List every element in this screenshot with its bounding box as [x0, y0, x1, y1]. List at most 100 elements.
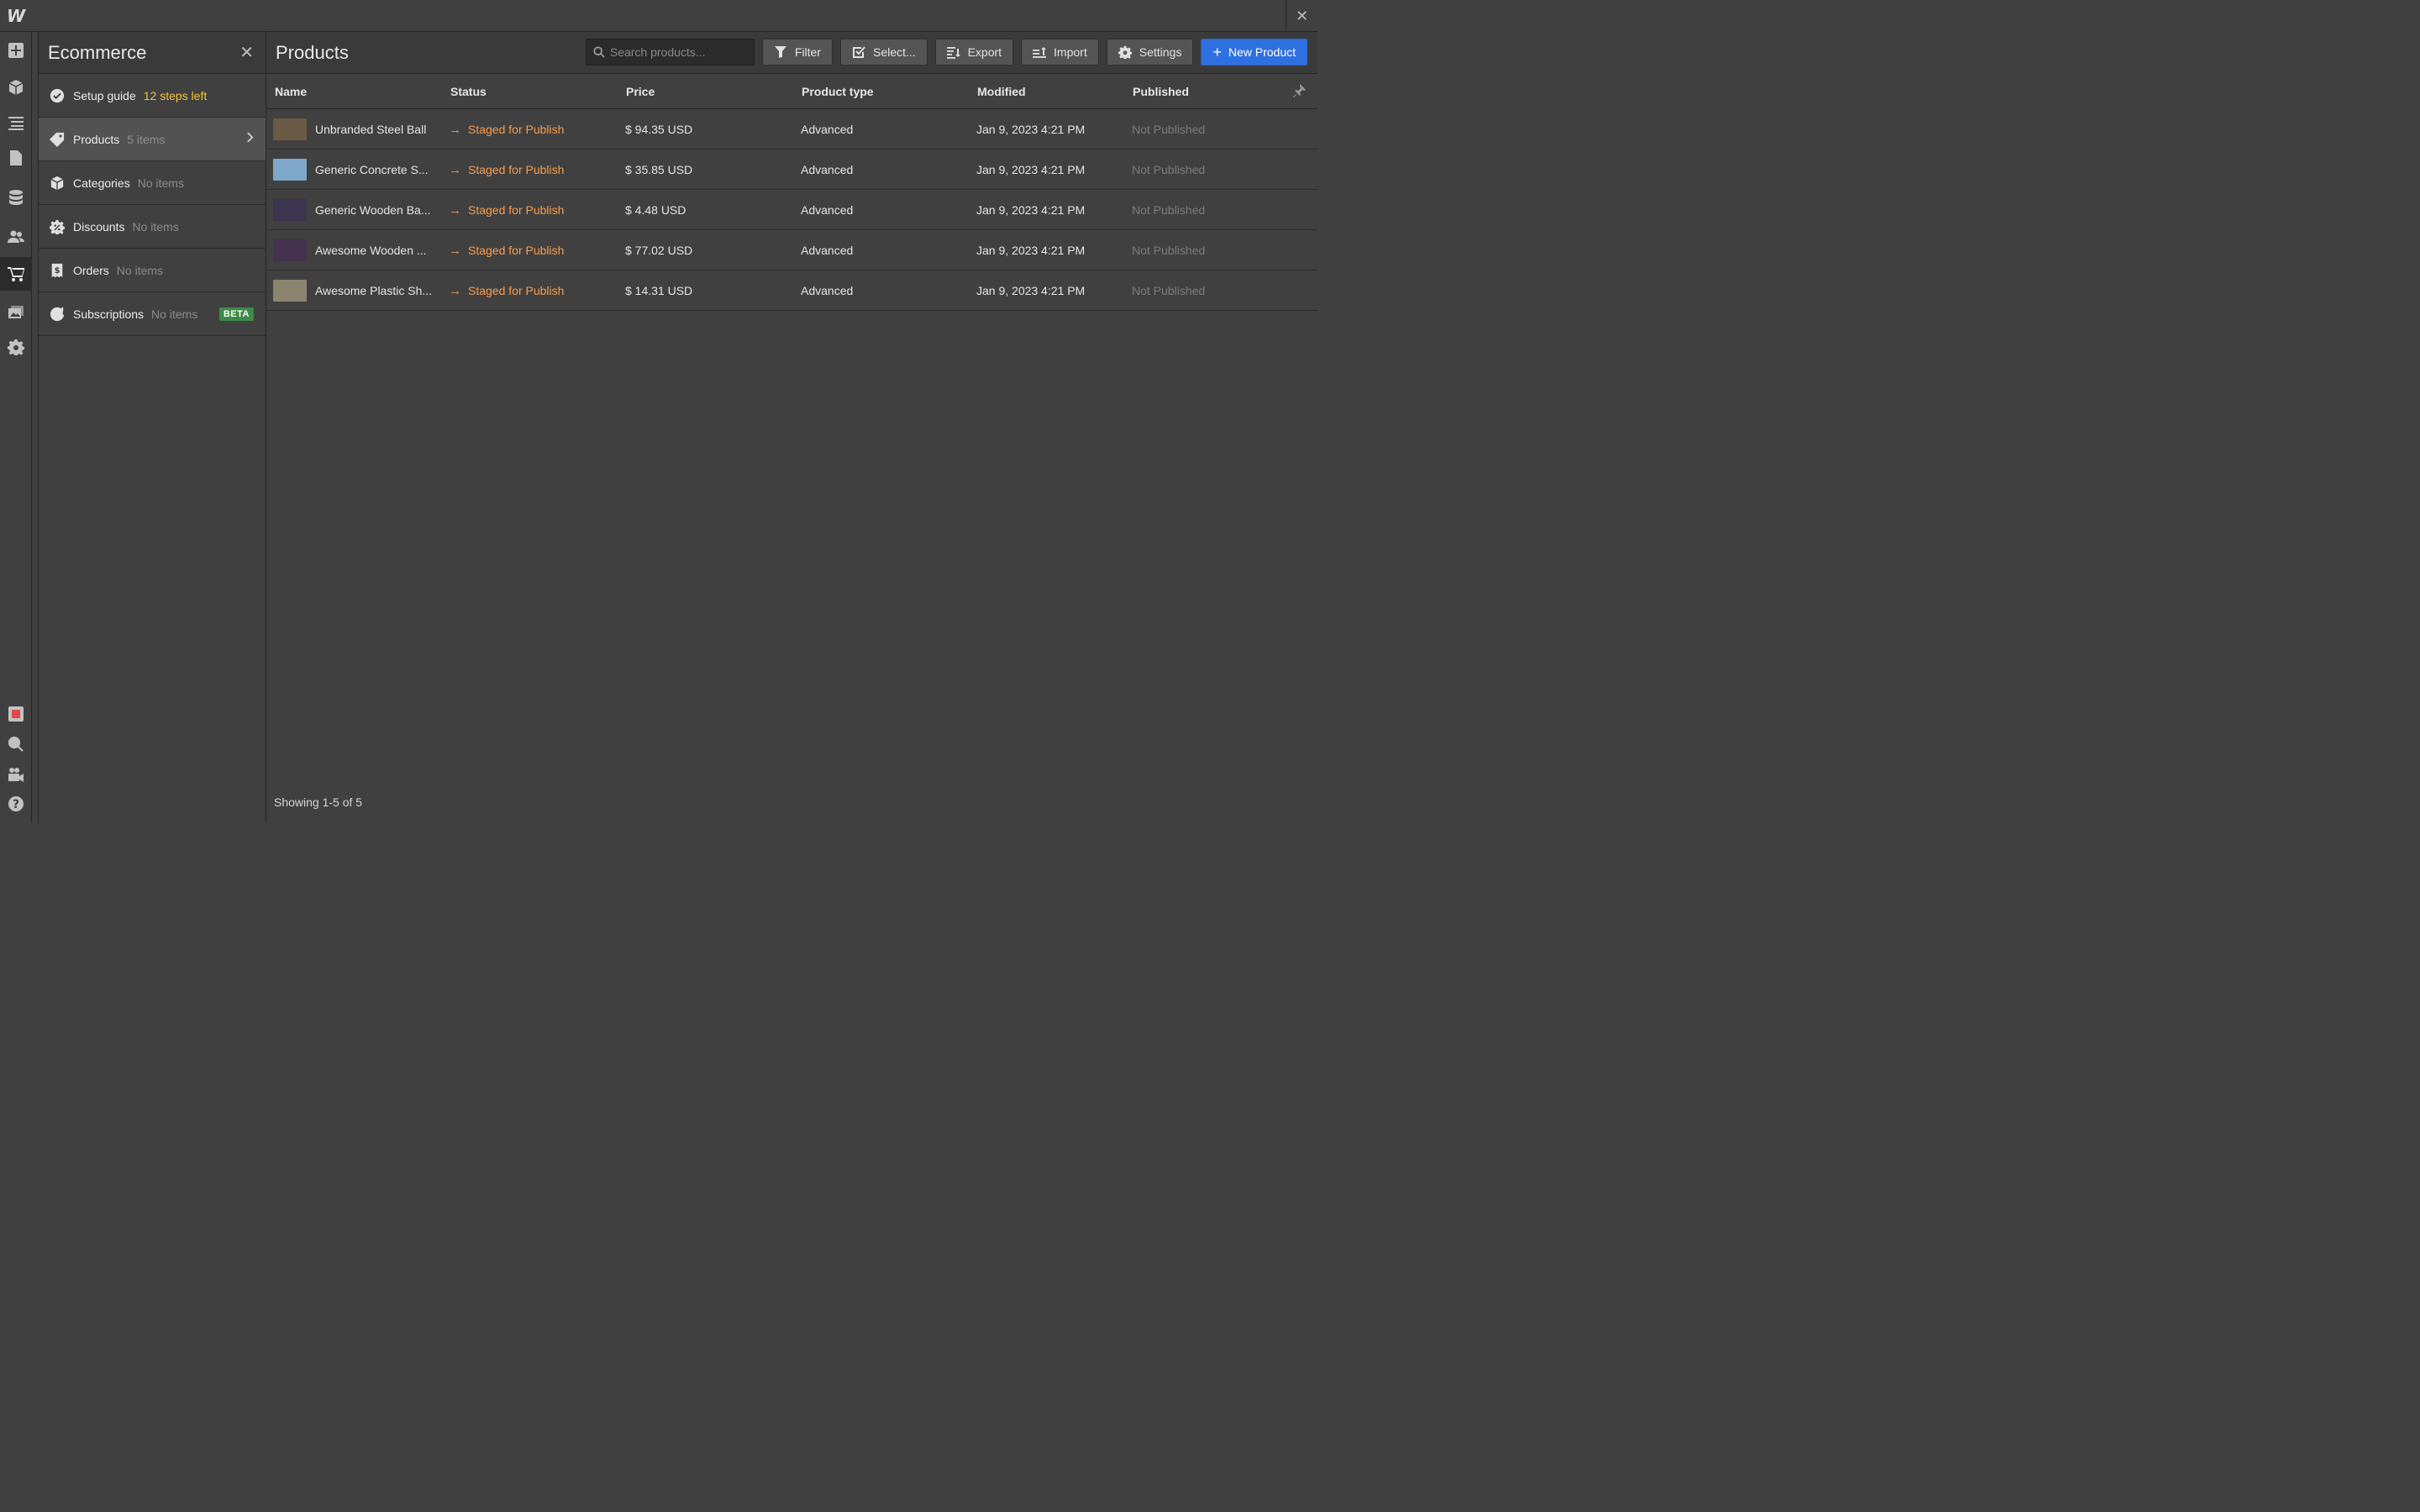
record-icon[interactable] — [0, 697, 32, 731]
table-body: Unbranded Steel Ball → Staged for Publish $… — [266, 109, 1318, 311]
import-icon — [1033, 47, 1047, 58]
column-header-published[interactable]: Published — [1133, 85, 1189, 98]
product-thumbnail — [273, 239, 307, 261]
add-icon[interactable] — [0, 34, 32, 67]
cell-name: Unbranded Steel Ball — [273, 109, 426, 150]
panel-header: Ecommerce ✕ — [39, 32, 266, 74]
pin-icon[interactable] — [1292, 84, 1306, 100]
tag-icon — [49, 131, 66, 148]
search-input[interactable] — [609, 45, 744, 59]
table-header: Name Status Price Product type Modified … — [266, 74, 1318, 109]
cell-price: $ 4.48 USD — [625, 203, 687, 217]
status-text: Staged for Publish — [468, 163, 565, 176]
cell-price: $ 14.31 USD — [625, 284, 693, 297]
panel-item-label: Subscriptions — [73, 307, 145, 321]
arrow-right-icon: → — [449, 243, 461, 258]
column-header-name[interactable]: Name — [275, 85, 307, 98]
panel-item-categories[interactable]: Categories No items — [39, 161, 266, 205]
product-name: Generic Concrete S... — [315, 163, 429, 176]
page-title: Products — [276, 41, 349, 63]
panel-item-count: No items — [137, 176, 184, 190]
column-header-status[interactable]: Status — [450, 85, 487, 98]
search-box — [585, 39, 755, 66]
cms-icon[interactable] — [0, 181, 32, 214]
new-product-button[interactable]: + New Product — [1201, 39, 1307, 66]
panel-item-label: Discounts — [73, 219, 125, 234]
assets-icon[interactable] — [0, 294, 32, 328]
import-button[interactable]: Import — [1021, 39, 1099, 66]
column-header-price[interactable]: Price — [626, 85, 655, 98]
column-header-product-type[interactable]: Product type — [802, 85, 874, 98]
cell-type: Advanced — [801, 244, 854, 257]
filter-button[interactable]: Filter — [761, 39, 833, 66]
panel-item-label: Setup guide — [73, 88, 136, 102]
cell-published: Not Published — [1132, 123, 1206, 136]
cell-type: Advanced — [801, 284, 854, 297]
top-bar: W ✕ — [0, 0, 1318, 32]
box-icon[interactable] — [0, 71, 32, 104]
users-icon[interactable] — [0, 220, 32, 254]
panel-item-label: Orders — [73, 263, 109, 277]
table-row[interactable]: Awesome Wooden ... → Staged for Publish $ 7… — [266, 230, 1318, 270]
cell-published: Not Published — [1132, 244, 1206, 257]
svg-text:$: $ — [55, 266, 60, 276]
panel-item-count: 5 items — [127, 132, 166, 146]
column-header-modified[interactable]: Modified — [977, 85, 1026, 98]
product-thumbnail — [273, 199, 307, 221]
select-label: Select... — [872, 45, 916, 59]
panel-item-count: No items — [116, 263, 164, 277]
discount-icon — [49, 218, 66, 235]
cell-price: $ 35.85 USD — [625, 163, 693, 176]
cell-published: Not Published — [1132, 163, 1206, 176]
main-header: Products Filter Select... Export Import — [266, 32, 1318, 74]
cart-icon[interactable] — [0, 257, 32, 291]
cell-modified: Jan 9, 2023 4:21 PM — [976, 244, 1086, 257]
status-text: Staged for Publish — [468, 203, 565, 217]
table-row[interactable]: Generic Wooden Ba... → Staged for Publish $… — [266, 190, 1318, 230]
cell-price: $ 94.35 USD — [625, 123, 693, 136]
panel-item-discounts[interactable]: Discounts No items — [39, 205, 266, 249]
cell-name: Generic Wooden Ba... — [273, 190, 430, 230]
close-icon[interactable]: ✕ — [1286, 0, 1318, 32]
panel-item-label: Products — [73, 132, 120, 146]
cell-status: → Staged for Publish — [449, 230, 564, 270]
product-name: Awesome Plastic Sh... — [315, 284, 433, 297]
cell-status: → Staged for Publish — [449, 190, 564, 230]
gear-icon — [1118, 45, 1132, 59]
cell-modified: Jan 9, 2023 4:21 PM — [976, 203, 1086, 217]
panel-item-setup-guide[interactable]: Setup guide 12 steps left — [39, 74, 266, 118]
cell-status: → Staged for Publish — [449, 109, 564, 150]
new-product-label: New Product — [1228, 45, 1296, 59]
search-icon[interactable] — [0, 727, 32, 761]
table-row[interactable]: Awesome Plastic Sh... → Staged for Publish… — [266, 270, 1318, 311]
close-icon[interactable]: ✕ — [239, 42, 254, 63]
export-icon — [946, 47, 960, 59]
cube-icon — [49, 175, 66, 192]
cell-type: Advanced — [801, 163, 854, 176]
status-text: Staged for Publish — [468, 244, 565, 257]
svg-text:?: ? — [13, 798, 19, 811]
settings-button[interactable]: Settings — [1106, 39, 1194, 66]
select-button[interactable]: Select... — [839, 39, 928, 66]
cell-type: Advanced — [801, 203, 854, 217]
settings-icon[interactable] — [0, 330, 32, 364]
filter-icon — [774, 46, 786, 58]
panel-item-label: Categories — [73, 176, 130, 190]
chevron-right-icon — [246, 131, 254, 147]
export-button[interactable]: Export — [934, 39, 1014, 66]
help-icon[interactable]: ? — [0, 787, 32, 821]
filter-label: Filter — [794, 45, 821, 59]
toolbar: Filter Select... Export Import Settings … — [585, 39, 1307, 66]
panel-item-subscriptions[interactable]: $ Subscriptions No items BETA — [39, 292, 266, 336]
product-thumbnail — [273, 118, 307, 140]
panel-item-products[interactable]: Products 5 items — [39, 118, 266, 161]
pages-icon[interactable] — [0, 141, 32, 175]
webflow-logo[interactable]: W — [0, 0, 32, 32]
panel-item-orders[interactable]: $ Orders No items — [39, 249, 266, 292]
arrow-right-icon: → — [449, 122, 461, 137]
table-row[interactable]: Generic Concrete S... → Staged for Publish… — [266, 150, 1318, 190]
panel-item-count: No items — [151, 307, 198, 321]
video-icon[interactable] — [0, 758, 32, 791]
navigator-icon[interactable] — [0, 106, 32, 139]
table-row[interactable]: Unbranded Steel Ball → Staged for Publish $… — [266, 109, 1318, 150]
